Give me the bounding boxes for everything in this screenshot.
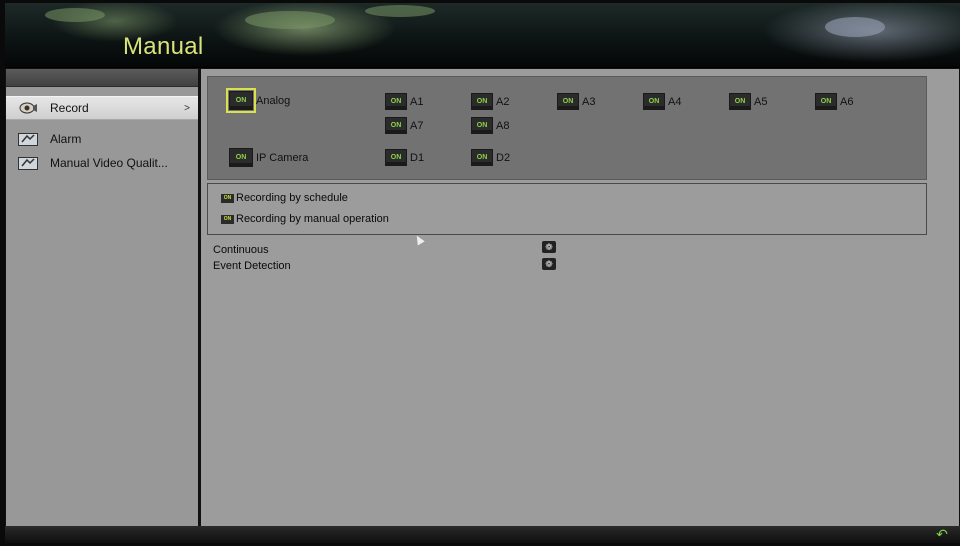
analog-toggle[interactable]: ON Analog — [226, 88, 291, 113]
back-icon[interactable]: ↶ — [930, 526, 954, 542]
channel-label: A4 — [668, 95, 682, 108]
channel-a8[interactable]: ON A8 — [471, 117, 509, 134]
channel-label: A6 — [840, 95, 854, 108]
manual-label: Recording by manual operation — [236, 213, 389, 225]
sidebar-item-record[interactable]: Record > — [6, 96, 198, 120]
on-switch-a3[interactable]: ON — [557, 93, 579, 110]
on-switch-a6[interactable]: ON — [815, 93, 837, 110]
sidebar-item-manual-video-quality[interactable]: Manual Video Qualit... — [6, 152, 198, 174]
channel-label: A7 — [410, 119, 424, 132]
recording-by-schedule-option[interactable]: ON Recording by schedule — [221, 192, 348, 204]
alarm-icon — [18, 132, 38, 146]
channel-a2[interactable]: ON A2 — [471, 93, 509, 110]
channel-a4[interactable]: ON A4 — [643, 93, 681, 110]
sidebar-header-bar — [6, 69, 198, 87]
channel-d1[interactable]: ON D1 — [385, 149, 424, 166]
record-icon — [18, 101, 38, 115]
channel-a6[interactable]: ON A6 — [815, 93, 853, 110]
channel-a3[interactable]: ON A3 — [557, 93, 595, 110]
recording-by-manual-option[interactable]: ON Recording by manual operation — [221, 213, 389, 225]
ip-camera-toggle[interactable]: ON IP Camera — [229, 148, 308, 167]
sidebar: Record > Alarm Manual Video Qualit... — [6, 69, 198, 527]
recording-mode-box: ON Recording by schedule ON Recording by… — [207, 183, 927, 235]
channel-label: D2 — [496, 151, 511, 164]
video-quality-icon — [18, 156, 38, 170]
on-switch-a1[interactable]: ON — [385, 93, 407, 110]
channel-label: A5 — [754, 95, 768, 108]
content-panel: ON Analog ON A1 ON A2 ON A3 ON A4 ON A5 … — [201, 69, 959, 527]
on-switch-d2[interactable]: ON — [471, 149, 493, 166]
gear-icon[interactable]: ❁ — [542, 241, 556, 253]
channel-a1[interactable]: ON A1 — [385, 93, 423, 110]
chevron-right-icon: > — [184, 102, 190, 114]
on-switch-a5[interactable]: ON — [729, 93, 751, 110]
channel-a5[interactable]: ON A5 — [729, 93, 767, 110]
on-switch-manual[interactable]: ON — [221, 214, 234, 224]
on-switch-a8[interactable]: ON — [471, 117, 493, 134]
ip-camera-label: IP Camera — [256, 151, 309, 164]
footer-bar: ↶ — [5, 526, 960, 543]
channel-label: D1 — [410, 151, 425, 164]
on-switch-schedule[interactable]: ON — [221, 193, 234, 203]
on-switch-a4[interactable]: ON — [643, 93, 665, 110]
on-switch-a7[interactable]: ON — [385, 117, 407, 134]
channel-label: A3 — [582, 95, 596, 108]
record-type-continuous: Continuous — [213, 244, 269, 256]
sidebar-item-label: Record — [50, 101, 89, 115]
analog-label: Analog — [256, 94, 291, 107]
on-switch-analog[interactable]: ON — [226, 88, 256, 113]
channel-label: A8 — [496, 119, 510, 132]
channel-label: A2 — [496, 95, 510, 108]
sidebar-item-alarm[interactable]: Alarm — [6, 128, 198, 150]
record-type-event-detection: Event Detection — [213, 260, 291, 272]
channel-a7[interactable]: ON A7 — [385, 117, 423, 134]
camera-selection-box: ON Analog ON A1 ON A2 ON A3 ON A4 ON A5 … — [207, 76, 927, 180]
schedule-label: Recording by schedule — [236, 192, 348, 204]
channel-label: A1 — [410, 95, 424, 108]
gear-icon[interactable]: ❁ — [542, 258, 556, 270]
header-banner: Manual — [5, 3, 960, 68]
channel-d2[interactable]: ON D2 — [471, 149, 510, 166]
sidebar-item-label: Alarm — [50, 132, 82, 146]
on-switch-d1[interactable]: ON — [385, 149, 407, 166]
main-window: Manual Record > Alarm Manual Video Quali… — [5, 3, 960, 543]
page-title: Manual — [123, 33, 204, 60]
on-switch-a2[interactable]: ON — [471, 93, 493, 110]
on-switch-ip-camera[interactable]: ON — [229, 148, 253, 167]
sidebar-item-label: Manual Video Qualit... — [50, 156, 168, 170]
